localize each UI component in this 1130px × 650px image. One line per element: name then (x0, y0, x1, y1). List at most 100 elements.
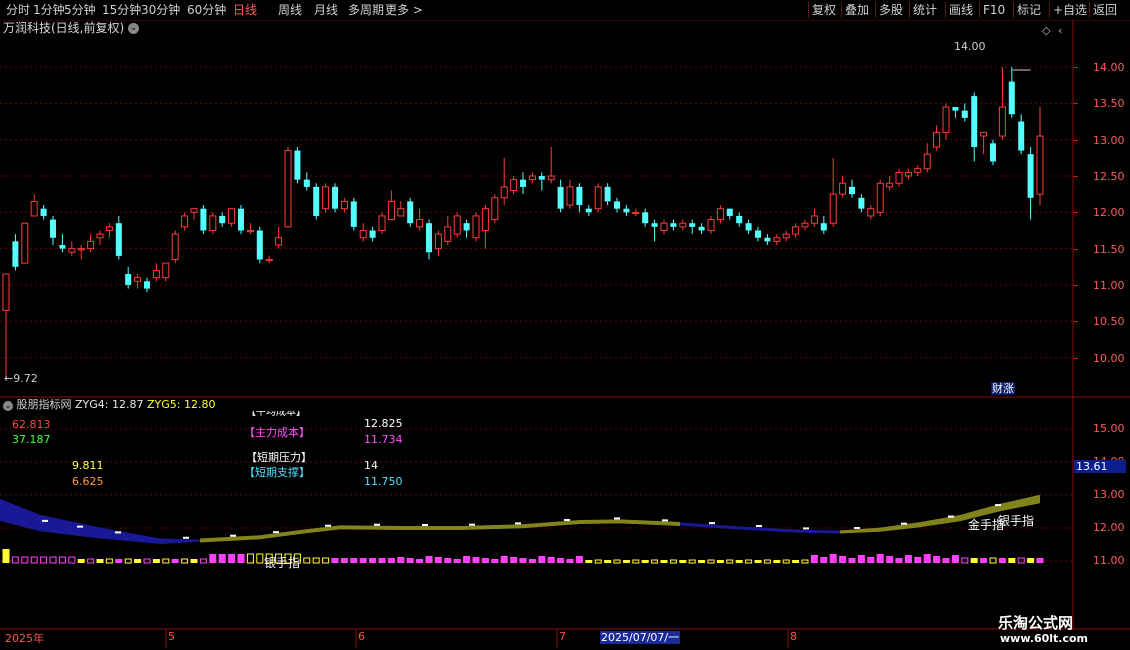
toolbar: 分时 1分钟 5分钟 15分钟 30分钟 60分钟 日线 周线 月线 多周期 更多 > 复权 叠加 多股统… (0, 0, 1130, 21)
candle-body (528, 175, 536, 181)
candle-body (500, 186, 508, 199)
toolbar-separator (1089, 2, 1090, 18)
toolbar-action-3[interactable]: 统计 (913, 1, 937, 19)
ribbon-marker (469, 523, 475, 526)
period-tab-3[interactable]: 15分钟 (102, 1, 141, 19)
period-tab-9[interactable]: 多周期 (348, 1, 384, 19)
toolbar-action-1[interactable]: 叠加 (845, 1, 869, 19)
tick-mark (1073, 67, 1078, 69)
period-tab-8[interactable]: 月线 (314, 1, 338, 19)
chevron-down-icon[interactable]: ⌄ (128, 23, 140, 34)
volume-square (980, 558, 988, 563)
toolbar-action-2[interactable]: 多股 (879, 1, 903, 19)
volume-square (481, 558, 489, 563)
candle-body (30, 200, 38, 217)
volume-square (820, 557, 828, 563)
ribbon-marker (709, 522, 715, 525)
ribbon-marker (803, 527, 809, 530)
volume-square (40, 556, 48, 564)
tick-mark (1073, 212, 1078, 214)
toolbar-separator (945, 2, 946, 18)
candle-body (444, 226, 452, 242)
ribbon-marker (515, 522, 521, 525)
period-tab-4[interactable]: 30分钟 (141, 1, 180, 19)
candle-body (736, 215, 743, 224)
candle-body (538, 176, 545, 180)
volume-square (857, 555, 865, 563)
candle-body (59, 245, 66, 249)
volume-square (698, 560, 706, 563)
candle-body (246, 229, 254, 233)
volume-square (510, 557, 518, 563)
candle-body (895, 171, 903, 184)
toolbar-action-6[interactable]: 标记 (1017, 1, 1041, 19)
volume-square (604, 560, 612, 563)
candle-body (77, 248, 85, 251)
volume-square (209, 554, 217, 563)
fundamental-badge[interactable]: 财涨 (991, 382, 1015, 395)
tick-mark (1073, 357, 1078, 359)
volume-square (491, 559, 499, 563)
volume-square (115, 559, 123, 563)
candle-body (453, 215, 461, 235)
ribbon-marker (662, 519, 668, 522)
volume-square (359, 558, 367, 563)
ribbon-marker (42, 519, 48, 522)
toolbar-action-5[interactable]: F10 (983, 1, 1005, 19)
zyg4-value: ZYG4: 12.87 (75, 398, 144, 411)
candle-body (481, 208, 489, 231)
candle-body (275, 237, 283, 246)
period-tab-1[interactable]: 1分钟 (33, 1, 65, 19)
candle-body (284, 150, 292, 228)
volume-square (998, 558, 1006, 563)
candle-body (12, 241, 19, 267)
candle-body (491, 197, 499, 221)
candle-body (340, 200, 348, 210)
period-tab-2[interactable]: 5分钟 (64, 1, 96, 19)
stock-title: 万润科技(日线,前复权) (3, 21, 125, 35)
candle-body (971, 96, 978, 147)
gear-icon[interactable]: ⌄ (3, 401, 13, 411)
candle-body (980, 131, 988, 137)
volume-square (557, 558, 565, 563)
period-tab-5[interactable]: 60分钟 (187, 1, 226, 19)
volume-square (228, 554, 236, 563)
toolbar-action-0[interactable]: 复权 (812, 1, 836, 19)
period-tab-7[interactable]: 周线 (278, 1, 302, 19)
tick-mark (1073, 321, 1078, 323)
chevron-icon[interactable]: ‹ (1058, 24, 1062, 37)
candle-body (181, 215, 189, 228)
toolbar-action-7[interactable]: +自选 (1053, 1, 1087, 19)
volume-square (538, 556, 546, 563)
toolbar-action-8[interactable]: 返回 (1093, 1, 1117, 19)
period-tab-10[interactable]: 更多 > (385, 1, 423, 19)
candle-body (576, 186, 583, 206)
candle-body (162, 262, 170, 279)
candle-body (200, 208, 207, 231)
candle-body (472, 215, 480, 239)
indicator-ribbon (0, 498, 200, 544)
ribbon-marker (614, 517, 620, 520)
candle-body (21, 222, 29, 264)
price-tick: 12.50 (1093, 170, 1125, 183)
ribbon-marker (183, 536, 189, 539)
candle-body (68, 248, 76, 253)
candle-body (829, 193, 837, 224)
candle-body (426, 223, 432, 253)
indicator-tick: 11.00 (1093, 554, 1125, 567)
candle-body (585, 208, 592, 213)
period-tab-0[interactable]: 分时 (6, 1, 30, 19)
diamond-icon[interactable]: ◇ (1042, 24, 1050, 37)
period-tab-6[interactable]: 日线 (233, 1, 257, 19)
candle-body (632, 211, 640, 215)
volume-square (528, 559, 536, 563)
short-pressure-label: 【短期压力】 (246, 451, 312, 464)
candle-body (2, 273, 10, 311)
candle-body (171, 233, 179, 261)
indicator-tick: 13.00 (1093, 488, 1125, 501)
candle-body (434, 233, 442, 250)
toolbar-action-4[interactable]: 画线 (949, 1, 973, 19)
volume-square (500, 556, 508, 563)
candle-body (105, 226, 113, 231)
price-tick: 10.00 (1093, 351, 1125, 365)
